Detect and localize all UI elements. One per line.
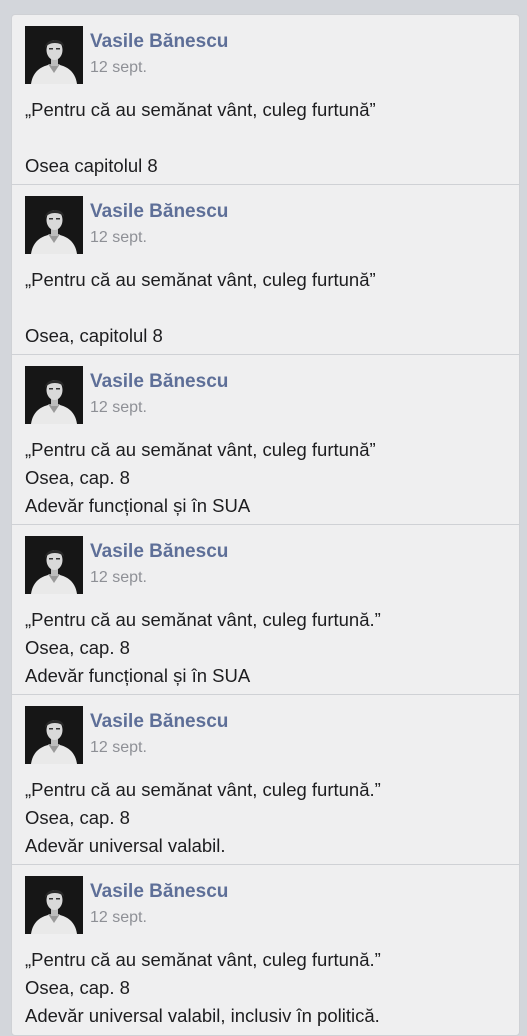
post-text-line: Osea, cap. 8 [25,637,130,658]
post: Vasile Bănescu 12 sept. „Pentru că au se… [12,865,519,1035]
profile-photo-icon [25,366,83,424]
post-author[interactable]: Vasile Bănescu [90,31,228,53]
post-text-line: Adevăr funcțional și în SUA [25,665,251,686]
post-text-line: „Pentru că au semănat vânt, culeg furtun… [25,269,376,290]
post-date[interactable]: 12 sept. [90,909,147,927]
post-text-line: „Pentru că au semănat vânt, culeg furtun… [25,99,376,120]
post-text: „Pentru că au semănat vânt, culeg furtun… [25,436,511,520]
post-text-line: Osea, cap. 8 [25,807,130,828]
post-date[interactable]: 12 sept. [90,569,147,587]
post-text-line: Adevăr universal valabil, inclusiv în po… [25,1005,380,1026]
post: Vasile Bănescu 12 sept. „Pentru că au se… [12,15,519,185]
avatar[interactable] [25,26,83,84]
post-text-line: „Pentru că au semănat vânt, culeg furtun… [25,439,376,460]
post: Vasile Bănescu 12 sept. „Pentru că au se… [12,185,519,355]
post-text-gap [25,294,511,322]
post-date[interactable]: 12 sept. [90,399,147,417]
post-text: „Pentru că au semănat vânt, culeg furtun… [25,606,511,690]
profile-photo-icon [25,26,83,84]
post-date[interactable]: 12 sept. [90,229,147,247]
post-text: „Pentru că au semănat vânt, culeg furtun… [25,96,511,180]
post-author[interactable]: Vasile Bănescu [90,371,228,393]
avatar[interactable] [25,196,83,254]
post-text-line: Adevăr funcțional și în SUA [25,495,251,516]
post-date[interactable]: 12 sept. [90,59,147,77]
post: Vasile Bănescu 12 sept. „Pentru că au se… [12,355,519,525]
avatar[interactable] [25,366,83,424]
profile-photo-icon [25,196,83,254]
post-text-line: Adevăr universal valabil. [25,835,226,856]
post-author[interactable]: Vasile Bănescu [90,711,228,733]
post-text-line: „Pentru că au semănat vânt, culeg furtun… [25,609,381,630]
avatar[interactable] [25,536,83,594]
post-author[interactable]: Vasile Bănescu [90,541,228,563]
post-text-gap [25,124,511,152]
post-text-line: Osea, cap. 8 [25,467,130,488]
post-author[interactable]: Vasile Bănescu [90,201,228,223]
post-author[interactable]: Vasile Bănescu [90,881,228,903]
post-text-line: „Pentru că au semănat vânt, culeg furtun… [25,779,381,800]
profile-photo-icon [25,706,83,764]
profile-photo-icon [25,536,83,594]
post: Vasile Bănescu 12 sept. „Pentru că au se… [12,695,519,865]
post: Vasile Bănescu 12 sept. „Pentru că au se… [12,525,519,695]
avatar[interactable] [25,706,83,764]
post-text: „Pentru că au semănat vânt, culeg furtun… [25,946,511,1030]
post-date[interactable]: 12 sept. [90,739,147,757]
post-text-line: Osea, capitolul 8 [25,325,163,346]
profile-photo-icon [25,876,83,934]
post-text-line: Osea, cap. 8 [25,977,130,998]
post-text-line: „Pentru că au semănat vânt, culeg furtun… [25,949,381,970]
post-text: „Pentru că au semănat vânt, culeg furtun… [25,266,511,350]
post-feed: Vasile Bănescu 12 sept. „Pentru că au se… [11,14,520,1036]
avatar[interactable] [25,876,83,934]
post-text-line: Osea capitolul 8 [25,155,158,176]
post-text: „Pentru că au semănat vânt, culeg furtun… [25,776,511,860]
